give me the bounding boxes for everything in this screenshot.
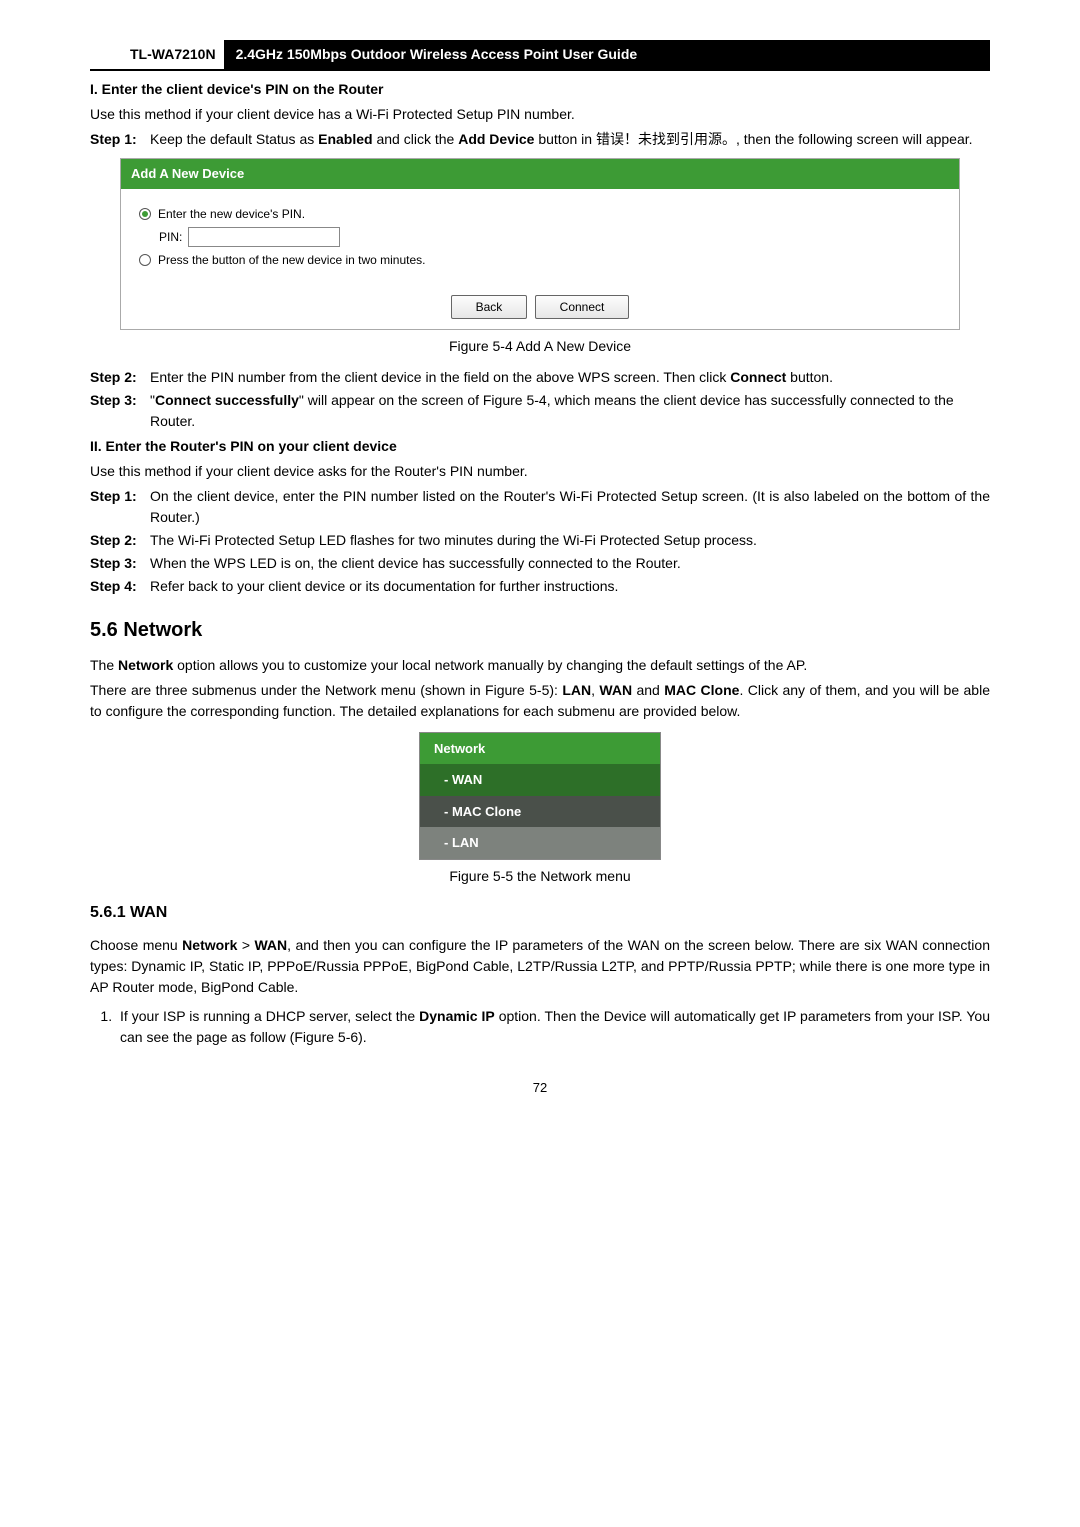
network-paragraph-1: The Network option allows you to customi… — [90, 655, 990, 676]
wps-radio-button-row[interactable]: Press the button of the new device in tw… — [139, 251, 941, 269]
radio-icon[interactable] — [139, 208, 151, 220]
heading-5-6-1: 5.6.1 WAN — [90, 901, 990, 925]
wps-dialog-title: Add A New Device — [121, 159, 959, 189]
section-i-heading: I. Enter the client device's PIN on the … — [90, 79, 990, 100]
sec2-step4: Step 4: Refer back to your client device… — [90, 576, 990, 597]
connect-button[interactable]: Connect — [535, 295, 630, 319]
pin-input[interactable] — [188, 227, 340, 247]
sec1-step2: Step 2: Enter the PIN number from the cl… — [90, 367, 990, 388]
step-body: The Wi-Fi Protected Setup LED flashes fo… — [150, 530, 990, 551]
step-body: Keep the default Status as Enabled and c… — [150, 129, 990, 150]
wps-radio-pin-label: Enter the new device's PIN. — [158, 205, 305, 223]
model-code: TL-WA7210N — [90, 40, 224, 69]
sec1-step3: Step 3: "Connect successfully" will appe… — [90, 390, 990, 432]
menu-item-mac-clone[interactable]: - MAC Clone — [420, 796, 660, 828]
step-label: Step 3: — [90, 390, 150, 432]
sec2-step1: Step 1: On the client device, enter the … — [90, 486, 990, 528]
step-label: Step 1: — [90, 486, 150, 528]
wps-dialog: Add A New Device Enter the new device's … — [120, 158, 960, 330]
network-paragraph-2: There are three submenus under the Netwo… — [90, 680, 990, 722]
sec1-step1: Step 1: Keep the default Status as Enabl… — [90, 129, 990, 150]
step-label: Step 3: — [90, 553, 150, 574]
doc-title: 2.4GHz 150Mbps Outdoor Wireless Access P… — [224, 40, 990, 69]
wps-radio-button-label: Press the button of the new device in tw… — [158, 251, 425, 269]
step-body: On the client device, enter the PIN numb… — [150, 486, 990, 528]
step-body: "Connect successfully" will appear on th… — [150, 390, 990, 432]
menu-header-network[interactable]: Network — [420, 733, 660, 765]
figure-5-5-caption: Figure 5-5 the Network menu — [90, 866, 990, 887]
section-ii-heading: II. Enter the Router's PIN on your clien… — [90, 436, 990, 457]
wps-radio-pin-row[interactable]: Enter the new device's PIN. — [139, 205, 941, 223]
pin-label: PIN: — [159, 228, 182, 246]
step-label: Step 2: — [90, 530, 150, 551]
doc-header: TL-WA7210N 2.4GHz 150Mbps Outdoor Wirele… — [90, 40, 990, 71]
radio-icon[interactable] — [139, 254, 151, 266]
section-ii-intro: Use this method if your client device as… — [90, 461, 990, 482]
heading-5-6: 5.6 Network — [90, 615, 990, 645]
menu-item-lan[interactable]: - LAN — [420, 827, 660, 859]
page-number: 72 — [90, 1078, 990, 1098]
step-label: Step 2: — [90, 367, 150, 388]
wan-ordered-list: If your ISP is running a DHCP server, se… — [90, 1006, 990, 1048]
back-button[interactable]: Back — [451, 295, 528, 319]
figure-5-4-caption: Figure 5-4 Add A New Device — [90, 336, 990, 357]
sec2-step2: Step 2: The Wi-Fi Protected Setup LED fl… — [90, 530, 990, 551]
network-submenu: Network - WAN - MAC Clone - LAN — [419, 732, 661, 860]
step-body: Enter the PIN number from the client dev… — [150, 367, 990, 388]
step-label: Step 4: — [90, 576, 150, 597]
list-item: If your ISP is running a DHCP server, se… — [116, 1006, 990, 1048]
step-body: Refer back to your client device or its … — [150, 576, 990, 597]
step-label: Step 1: — [90, 129, 150, 150]
menu-item-wan[interactable]: - WAN — [420, 764, 660, 796]
section-i-intro: Use this method if your client device ha… — [90, 104, 990, 125]
step-body: When the WPS LED is on, the client devic… — [150, 553, 990, 574]
wan-paragraph: Choose menu Network > WAN, and then you … — [90, 935, 990, 998]
sec2-step3: Step 3: When the WPS LED is on, the clie… — [90, 553, 990, 574]
